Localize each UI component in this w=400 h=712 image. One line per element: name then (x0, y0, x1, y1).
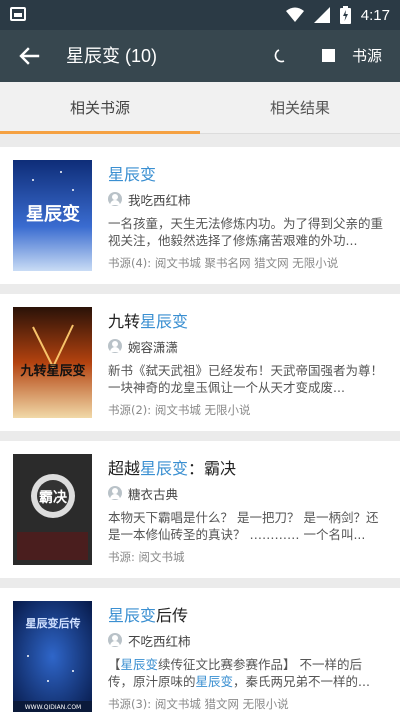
author-icon (108, 192, 122, 206)
book-cover: 九转星辰变 (13, 307, 92, 418)
tab-related-sources[interactable]: 相关书源 (0, 82, 200, 134)
book-sources: 书源: 阅文书城 (108, 550, 185, 564)
book-card[interactable]: 九转星辰变 九转星辰变 婉容潇潇 新书《弑天武祖》已经发布！天武帝国强者为尊！一… (0, 294, 400, 431)
toolbar: 星辰变 (10) 书源 (0, 30, 400, 82)
cover-title: 霸决 (39, 489, 68, 506)
book-title: 星辰变 (108, 165, 157, 184)
status-bar: 4:17 (0, 0, 400, 30)
cover-title: 星辰变后传 (26, 616, 81, 630)
author-icon (108, 339, 122, 353)
author-row: 婉容潇潇 (108, 338, 179, 355)
author-name: 糖衣古典 (128, 486, 179, 502)
book-title: 星辰变后传 (108, 606, 189, 625)
tab-indicator (0, 131, 200, 134)
book-intro: 一名孩童，天生无法修炼内功。为了得到父亲的重视关注，他毅然选择了修炼痛苦艰难的外… (108, 216, 384, 248)
author-icon (108, 486, 122, 500)
author-row: 糖衣古典 (108, 485, 179, 502)
battery-icon (339, 6, 351, 24)
author-row: 不吃西红柿 (108, 632, 191, 649)
book-intro: 本物天下霸唱是什么？ 是一把刀？ 是一柄剑？还是一本修仙砖圣的真诀？ ………… … (108, 510, 379, 542)
cover-url: WWW.QIDIAN.COM (25, 704, 82, 711)
status-icons: 4:17 (285, 5, 390, 25)
author-name: 我吃西红柿 (128, 192, 191, 208)
author-icon (108, 633, 122, 647)
author-row: 我吃西红柿 (108, 191, 191, 208)
book-intro: 【星辰变续传征文比赛参赛作品】 不一样的后传，原汁原味的星辰变，秦氏两兄弟不一样… (108, 657, 370, 689)
book-source-button[interactable]: 书源 (352, 30, 382, 82)
author-name: 不吃西红柿 (128, 633, 191, 649)
cover-title: 九转星辰变 (19, 363, 85, 379)
book-sources: 书源(4): 阅文书城 聚书名网 猎文网 无限小说 (108, 256, 339, 270)
book-card[interactable]: 霸决 超越星辰变：霸决 糖衣古典 本物天下霸唱是什么？ 是一把刀？ 是一柄剑？还… (0, 441, 400, 578)
tab-related-results[interactable]: 相关结果 (200, 82, 400, 134)
notification-icon (10, 7, 26, 21)
book-sources: 书源(3): 阅文书城 猎文网 无限小说 (108, 697, 289, 711)
author-name: 婉容潇潇 (128, 339, 179, 355)
book-title: 超越星辰变：霸决 (108, 459, 237, 478)
book-cover: 星辰变 (13, 160, 92, 271)
book-cover: 霸决 (13, 454, 92, 565)
cover-title: 星辰变 (26, 203, 80, 225)
tab-bar: 相关书源 相关结果 (0, 82, 400, 134)
book-card[interactable]: 星辰变 星辰变 我吃西红柿 一名孩童，天生无法修炼内功。为了得到父亲的重视关注，… (0, 147, 400, 284)
clock: 4:17 (360, 6, 390, 24)
book-intro: 新书《弑天武祖》已经发布！天武帝国强者为尊！一块神奇的龙皇玉佩让一个从天才变成废… (108, 363, 384, 395)
wifi-icon (285, 7, 304, 22)
signal-icon (313, 7, 330, 23)
page-title: 星辰变 (10) (66, 46, 158, 66)
book-sources: 书源(2): 阅文书城 无限小说 (108, 403, 251, 417)
back-arrow-icon[interactable] (16, 43, 42, 69)
night-mode-icon[interactable] (268, 46, 288, 66)
stop-icon[interactable] (322, 49, 335, 62)
book-card[interactable]: 星辰变后传 WWW.QIDIAN.COM 星辰变后传 不吃西红柿 【星辰变续传征… (0, 588, 400, 712)
book-title: 九转星辰变 (108, 312, 189, 331)
book-cover: 星辰变后传 WWW.QIDIAN.COM (13, 601, 92, 712)
